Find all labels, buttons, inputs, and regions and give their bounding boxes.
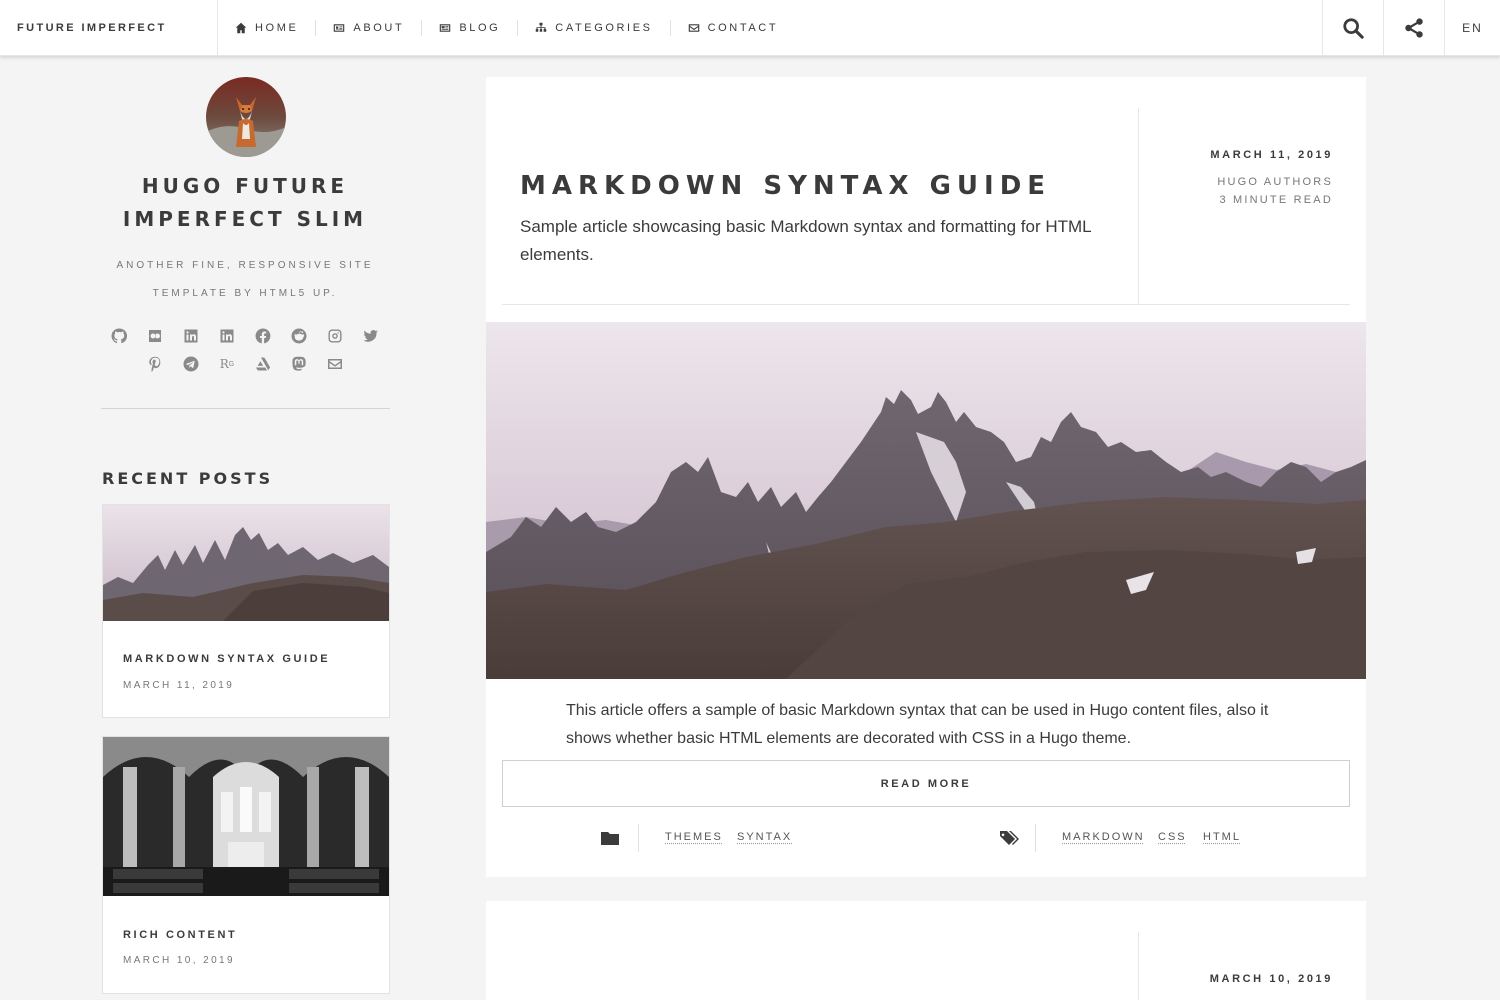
recent-post-card[interactable]: RICH CONTENT MARCH 10, 2019 xyxy=(102,736,390,994)
nav-home[interactable]: HOME xyxy=(218,20,315,36)
post-subtitle: Sample article showcasing basic Markdown… xyxy=(520,213,1120,269)
nav-categories[interactable]: CATEGORIES xyxy=(517,20,669,36)
header-rule xyxy=(502,304,1350,305)
recent-post-title[interactable]: RICH CONTENT xyxy=(123,929,237,941)
post-date: MARCH 10, 2019 xyxy=(1210,973,1333,985)
share-button[interactable] xyxy=(1383,0,1444,56)
linkedin-square-icon[interactable] xyxy=(219,328,235,344)
artstation-icon[interactable] xyxy=(255,356,271,372)
site-avatar[interactable] xyxy=(206,77,286,157)
envelope-icon xyxy=(688,22,700,34)
sitemap-icon xyxy=(535,22,547,34)
top-navbar: FUTURE IMPERFECT HOME ABOUT BLOG CATEGOR… xyxy=(0,0,1500,56)
facebook-icon[interactable] xyxy=(255,328,271,344)
post-article: MARKDOWN SYNTAX GUIDE Sample article sho… xyxy=(486,77,1366,877)
nav-categories-label: CATEGORIES xyxy=(555,22,652,34)
recent-posts-heading: RECENT POSTS xyxy=(102,469,273,488)
nav-home-label: HOME xyxy=(255,22,298,34)
search-icon xyxy=(1342,17,1364,39)
nav-blog[interactable]: BLOG xyxy=(421,20,517,36)
brand-link[interactable]: FUTURE IMPERFECT xyxy=(0,0,218,56)
post-article: MARCH 10, 2019 xyxy=(486,901,1366,1000)
post-date: MARCH 11, 2019 xyxy=(1210,149,1333,161)
recent-post-card[interactable]: MARKDOWN SYNTAX GUIDE MARCH 11, 2019 xyxy=(102,504,390,718)
post-hero-image[interactable] xyxy=(486,322,1366,679)
nav-blog-label: BLOG xyxy=(459,22,500,34)
post-author[interactable]: HUGO AUTHORS xyxy=(1217,176,1333,188)
category-link[interactable]: SYNTAX xyxy=(737,831,792,843)
sidebar-divider xyxy=(101,408,390,409)
flickr-icon[interactable] xyxy=(147,328,163,344)
recent-post-thumbnail xyxy=(103,737,389,896)
recent-post-title[interactable]: MARKDOWN SYNTAX GUIDE xyxy=(123,653,330,665)
instagram-icon[interactable] xyxy=(327,328,343,344)
meta-divider xyxy=(1138,932,1139,1000)
github-icon[interactable] xyxy=(111,328,127,344)
read-more-button[interactable]: READ MORE xyxy=(502,760,1350,807)
recent-post-date: MARCH 10, 2019 xyxy=(123,955,235,966)
recent-post-thumbnail xyxy=(103,505,389,621)
newspaper-icon xyxy=(439,22,451,34)
home-icon xyxy=(235,22,247,34)
tag-link[interactable]: CSS xyxy=(1158,831,1187,843)
tags-divider xyxy=(1035,824,1036,852)
site-title[interactable]: HUGO FUTURE IMPERFECT SLIM xyxy=(90,170,400,236)
post-excerpt: This article offers a sample of basic Ma… xyxy=(566,697,1306,753)
categories-divider xyxy=(638,824,639,852)
tag-link[interactable]: MARKDOWN xyxy=(1062,831,1145,843)
twitter-icon[interactable] xyxy=(363,328,379,344)
language-selector[interactable]: EN xyxy=(1444,0,1500,56)
main-nav: HOME ABOUT BLOG CATEGORIES CONTACT xyxy=(218,0,795,56)
researchgate-icon[interactable]: RG xyxy=(219,356,235,372)
post-read-time: 3 MINUTE READ xyxy=(1219,194,1333,206)
nav-contact-label: CONTACT xyxy=(708,22,779,34)
nav-contact[interactable]: CONTACT xyxy=(670,20,796,36)
fox-avatar-image xyxy=(206,77,286,157)
nav-about-label: ABOUT xyxy=(353,22,404,34)
recent-post-date: MARCH 11, 2019 xyxy=(123,680,234,691)
category-link[interactable]: THEMES xyxy=(665,831,723,843)
post-title[interactable]: MARKDOWN SYNTAX GUIDE xyxy=(520,171,1051,201)
telegram-icon[interactable] xyxy=(183,356,199,372)
reddit-icon[interactable] xyxy=(291,328,307,344)
email-icon[interactable] xyxy=(327,356,343,372)
mastodon-icon[interactable] xyxy=(291,356,307,372)
nav-about[interactable]: ABOUT xyxy=(315,20,421,36)
pinterest-icon[interactable] xyxy=(147,356,163,372)
social-links: RG xyxy=(100,322,390,378)
share-icon xyxy=(1403,17,1425,39)
tags-icon xyxy=(999,829,1021,847)
search-button[interactable] xyxy=(1322,0,1383,56)
id-card-icon xyxy=(333,22,345,34)
meta-divider xyxy=(1138,108,1139,304)
tag-link[interactable]: HTML xyxy=(1203,831,1241,843)
site-description: ANOTHER FINE, RESPONSIVE SITE TEMPLATE B… xyxy=(80,252,410,308)
linkedin-icon[interactable] xyxy=(183,328,199,344)
folder-icon xyxy=(600,829,620,847)
